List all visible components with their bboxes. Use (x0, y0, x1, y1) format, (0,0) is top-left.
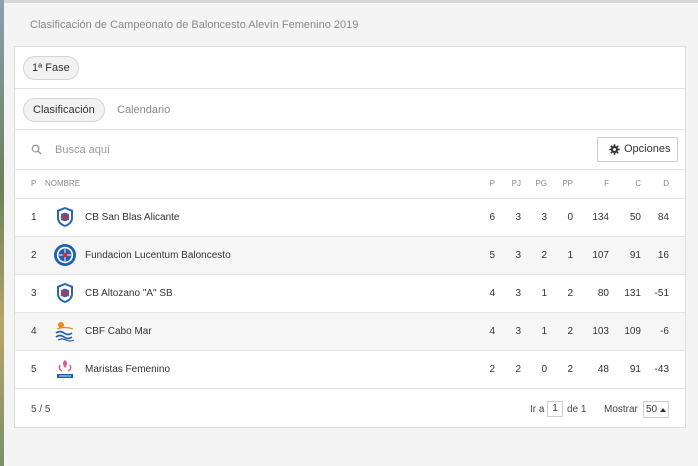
cell-lost: 2 (557, 312, 583, 351)
cell-position: 5 (15, 350, 45, 389)
table-row[interactable]: 1 CB San Blas Alicante 6 3 3 0 134 50 84 (15, 198, 685, 237)
cell-position: 4 (15, 312, 45, 351)
cell-points: 2 (475, 350, 505, 389)
options-button[interactable]: Opciones (597, 137, 678, 162)
cell-difference: -6 (651, 312, 685, 351)
tab-clasificacion[interactable]: Clasificación (23, 98, 105, 122)
cell-won: 2 (531, 236, 557, 275)
col-header-played[interactable]: PJ (505, 170, 531, 199)
cell-played: 3 (505, 312, 531, 351)
team-name[interactable]: CB San Blas Alicante (85, 212, 180, 223)
per-page-select[interactable]: 50 (643, 401, 669, 418)
team-name[interactable]: Maristas Femenino (85, 364, 170, 375)
table-row[interactable]: 4 CBF Cabo Mar 4 3 1 2 103 109 -6 (15, 312, 685, 351)
cell-position: 3 (15, 274, 45, 313)
background-strip (0, 0, 4, 466)
table-footer: 5 / 5 Ir a 1 de 1 Mostrar 50 (15, 392, 685, 428)
per-page-value: 50 (646, 404, 658, 415)
standings-card: 1ª Fase Clasificación Calendario Busca a… (14, 46, 686, 428)
cell-against: 50 (619, 198, 651, 237)
cell-against: 109 (619, 312, 651, 351)
altozano-logo (57, 283, 73, 303)
search-icon (31, 144, 42, 155)
cell-points: 5 (475, 236, 505, 275)
table-row[interactable]: 3 CB Altozano "A" SB 4 3 1 2 80 131 -51 (15, 274, 685, 313)
options-label: Opciones (624, 143, 671, 155)
cell-lost: 2 (557, 274, 583, 313)
tabs-row: Clasificación Calendario (15, 89, 685, 130)
cell-lost: 1 (557, 236, 583, 275)
top-border (4, 0, 698, 3)
gear-icon (609, 144, 620, 155)
maristas-logo (57, 360, 73, 378)
team-name[interactable]: Fundacion Lucentum Baloncesto (85, 250, 231, 261)
cell-difference: -51 (651, 274, 685, 313)
cell-lost: 2 (557, 350, 583, 389)
cell-points: 4 (475, 312, 505, 351)
phase-selector-button[interactable]: 1ª Fase (23, 56, 79, 80)
cell-played: 2 (505, 350, 531, 389)
cell-lost: 0 (557, 198, 583, 237)
cell-against: 91 (619, 350, 651, 389)
page: Clasificación de Campeonato de Baloncest… (0, 0, 698, 466)
cell-for: 134 (583, 198, 619, 237)
lucentum-logo (54, 244, 76, 266)
cell-for: 80 (583, 274, 619, 313)
search-row: Opciones (15, 130, 685, 170)
team-name[interactable]: CBF Cabo Mar (85, 326, 152, 337)
goto-label: Ir a (530, 404, 545, 415)
page-total-label: de 1 (567, 404, 587, 415)
cell-for: 48 (583, 350, 619, 389)
table-row[interactable]: 2 Fundacion Lucentum Baloncesto 5 3 2 1 … (15, 236, 685, 275)
cell-played: 3 (505, 236, 531, 275)
page-title: Clasificación de Campeonato de Baloncest… (30, 19, 359, 31)
cell-played: 3 (505, 274, 531, 313)
cell-difference: 16 (651, 236, 685, 275)
cell-won: 3 (531, 198, 557, 237)
cell-position: 2 (15, 236, 45, 275)
col-header-against[interactable]: C (619, 170, 651, 199)
cell-difference: -43 (651, 350, 685, 389)
table-row[interactable]: 5 Maristas Femenino 2 2 0 2 48 91 -43 (15, 350, 685, 389)
phase-row: 1ª Fase (15, 47, 685, 89)
cell-won: 0 (531, 350, 557, 389)
col-header-difference[interactable]: D (651, 170, 685, 199)
cell-position: 1 (15, 198, 45, 237)
cell-difference: 84 (651, 198, 685, 237)
tab-calendario[interactable]: Calendario (117, 98, 170, 122)
col-header-lost[interactable]: PP (557, 170, 583, 199)
show-label: Mostrar (604, 404, 638, 415)
cell-won: 1 (531, 274, 557, 313)
table-header-row: P NOMBRE P PJ PG PP F C D (15, 170, 685, 199)
team-name[interactable]: CB Altozano "A" SB (85, 288, 173, 299)
cell-won: 1 (531, 312, 557, 351)
cell-against: 91 (619, 236, 651, 275)
cell-points: 4 (475, 274, 505, 313)
col-header-won[interactable]: PG (531, 170, 557, 199)
search-input[interactable] (55, 140, 355, 160)
col-header-position[interactable]: P (15, 170, 45, 199)
cell-against: 131 (619, 274, 651, 313)
cell-points: 6 (475, 198, 505, 237)
page-number-input[interactable]: 1 (547, 401, 563, 417)
caret-up-icon (660, 408, 666, 412)
san-blas-logo (57, 207, 73, 227)
col-header-name[interactable]: NOMBRE (45, 170, 475, 199)
cell-for: 107 (583, 236, 619, 275)
standings-table: P NOMBRE P PJ PG PP F C D 1 CB San Blas … (15, 170, 685, 389)
cabo-mar-logo (55, 322, 75, 342)
row-count: 5 / 5 (31, 404, 51, 415)
cell-for: 103 (583, 312, 619, 351)
col-header-points[interactable]: P (475, 170, 505, 199)
cell-played: 3 (505, 198, 531, 237)
col-header-for[interactable]: F (583, 170, 619, 199)
